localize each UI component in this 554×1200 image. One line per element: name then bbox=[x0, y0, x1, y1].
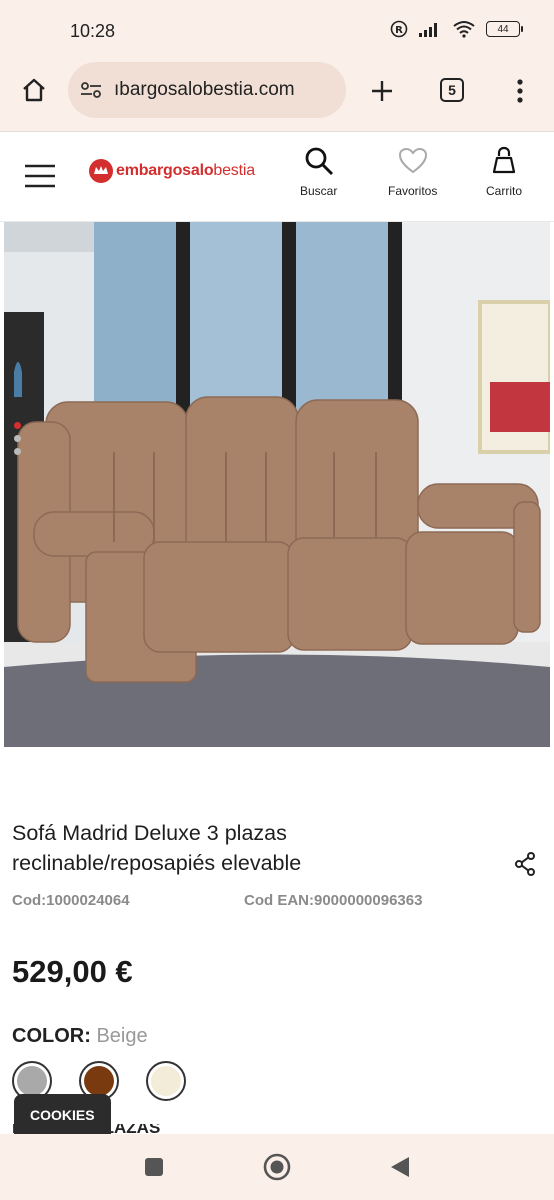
battery-level: 44 bbox=[497, 23, 509, 35]
cart-label: Carrito bbox=[486, 184, 523, 198]
search-button[interactable]: Buscar bbox=[300, 146, 337, 198]
carousel-dots bbox=[14, 422, 21, 455]
logo-text: embargosalobestia bbox=[116, 162, 255, 179]
sofa-photo bbox=[4, 222, 550, 747]
home-nav-icon[interactable] bbox=[263, 1153, 291, 1181]
search-label: Buscar bbox=[300, 184, 338, 198]
product-code: Cod:1000024064 bbox=[12, 892, 130, 909]
new-tab-icon[interactable] bbox=[369, 78, 395, 104]
home-icon[interactable] bbox=[20, 76, 48, 104]
heart-icon bbox=[398, 147, 427, 174]
carousel-dot[interactable] bbox=[14, 422, 21, 429]
svg-text:R: R bbox=[395, 25, 403, 36]
search-icon bbox=[305, 147, 333, 176]
site-logo[interactable]: embargosalobestia bbox=[88, 158, 255, 184]
site-header: embargosalobestia Buscar Favoritos Carri… bbox=[0, 132, 554, 222]
logo-mark-icon bbox=[89, 159, 113, 183]
recents-button[interactable] bbox=[145, 1158, 163, 1176]
back-nav-icon[interactable] bbox=[389, 1155, 411, 1179]
tab-switcher-button[interactable]: 5 bbox=[440, 78, 464, 102]
color-swatch-beige[interactable] bbox=[146, 1061, 186, 1101]
cookies-button[interactable]: COOKIES bbox=[14, 1094, 111, 1136]
battery-icon: 44 bbox=[486, 21, 523, 37]
signal-icon bbox=[419, 23, 437, 37]
address-bar[interactable]: ıbargosalobestia.com bbox=[68, 62, 346, 118]
status-bar: 10:28 R 44 bbox=[0, 0, 554, 62]
product-ean: Cod EAN:9000000096363 bbox=[244, 892, 423, 909]
more-menu-icon[interactable] bbox=[512, 78, 528, 104]
product-price: 529,00 € bbox=[12, 954, 133, 989]
color-label: COLOR: bbox=[12, 1025, 91, 1047]
favorites-label: Favoritos bbox=[388, 184, 438, 198]
status-time: 10:28 bbox=[70, 21, 116, 41]
system-nav-bar bbox=[0, 1134, 554, 1200]
share-icon[interactable] bbox=[514, 852, 536, 876]
r-badge-icon: R bbox=[390, 20, 408, 38]
hamburger-menu-icon[interactable] bbox=[24, 163, 56, 189]
color-selector-label: COLOR: Beige bbox=[12, 1025, 148, 1048]
favorites-button[interactable]: Favoritos bbox=[388, 146, 437, 198]
product-title: Sofá Madrid Deluxe 3 plazas reclinable/r… bbox=[12, 821, 302, 875]
wifi-icon bbox=[453, 21, 475, 38]
carousel-dot[interactable] bbox=[14, 435, 21, 442]
url-text: ıbargosalobestia.com bbox=[114, 79, 295, 100]
carousel-dot[interactable] bbox=[14, 448, 21, 455]
status-icons: R 44 bbox=[390, 20, 523, 38]
product-image[interactable] bbox=[4, 222, 550, 747]
color-value: Beige bbox=[96, 1025, 148, 1047]
cart-button[interactable]: Carrito bbox=[486, 146, 522, 198]
tab-count: 5 bbox=[448, 82, 456, 98]
site-settings-icon[interactable] bbox=[80, 80, 102, 100]
cart-bag-icon bbox=[492, 146, 516, 174]
browser-toolbar: ıbargosalobestia.com 5 bbox=[0, 62, 554, 132]
